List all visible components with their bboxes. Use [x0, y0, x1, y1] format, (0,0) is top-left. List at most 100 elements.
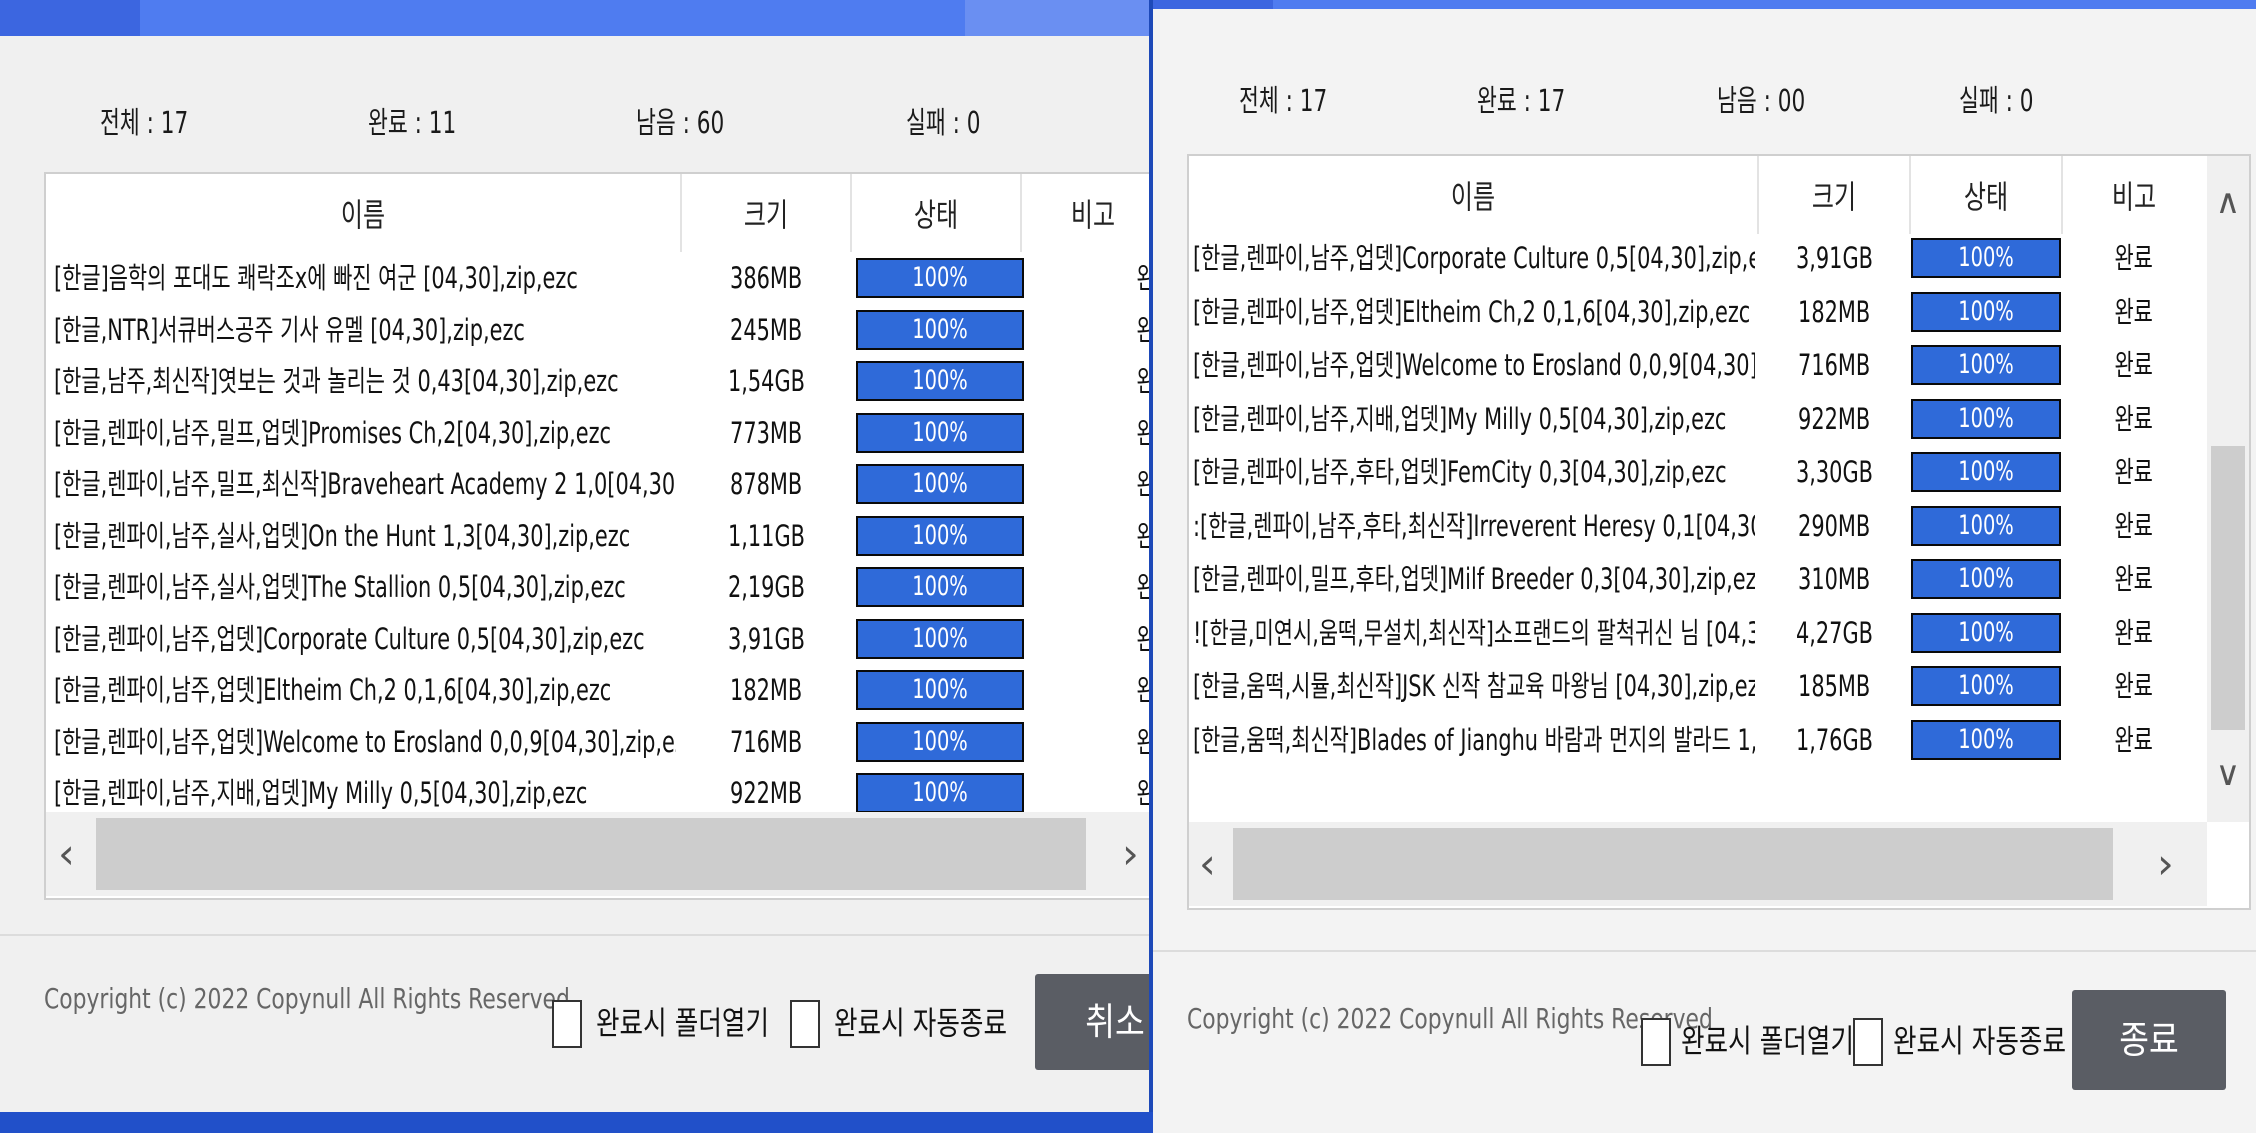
file-note: 완료 [2114, 508, 2154, 543]
scroll-thumb[interactable] [1233, 828, 2113, 900]
progress-bar: 100% [1911, 505, 2061, 546]
progress-bar: 100% [1911, 666, 2061, 706]
table-row[interactable]: [한글,렌파이,남주,업뎃]Corporate Culture 0,5[04,3… [1189, 232, 2205, 284]
progress-text: 100% [1958, 670, 2014, 701]
file-name: [한글]음학의 포대도 쾌락조x에 빠진 여군 [04,30],zip,ezc [54, 261, 578, 295]
table-row[interactable]: ![한글,미연시,움떡,무설치,최신작]소프랜드의 팔척귀신 님 [04,30]… [1189, 607, 2205, 659]
title-bar[interactable] [0, 0, 1149, 36]
table-row[interactable]: [한글,렌파이,남주,업뎃]Eltheim Ch,2 0,1,6[04,30],… [1189, 286, 2205, 338]
file-note: 완료 [2114, 562, 2154, 596]
table-row[interactable]: [한글,움떡,시뮬,최신작]JSK 신작 참교육 마왕님 [04,30],zip… [1189, 660, 2205, 712]
file-note: 완료 [2114, 669, 2154, 703]
progress-bar: 100% [856, 412, 1024, 453]
scroll-up-icon[interactable]: ∧ [2207, 182, 2249, 222]
file-name: [한글,렌파이,남주,밀프,업뎃]Promises Ch,2[04,30],zi… [54, 415, 612, 450]
progress-text: 100% [1958, 295, 2014, 327]
column-name[interactable]: 이름 [46, 174, 682, 252]
file-note: 완료 [1086, 252, 1149, 304]
column-note[interactable]: 비고 [1022, 174, 1149, 252]
scroll-right-icon[interactable]: › [1122, 812, 1139, 896]
table-row[interactable]: [한글]음학의 포대도 쾌락조x에 빠진 여군 [04,30],zip,ezc 3… [46, 252, 1149, 304]
table-row[interactable]: :[한글,렌파이,남주,후타,최신작]Irreverent Heresy 0,1… [1189, 500, 2205, 552]
copyright-text: Copyright (c) 2022 Copynull All Rights R… [1187, 1002, 1713, 1035]
file-name: [한글,렌파이,남주,업뎃]Corporate Culture 0,5[04,3… [1193, 241, 1755, 275]
file-list[interactable]: 이름 크기 상태 비고 [한글]음학의 포대도 쾌락조x에 빠진 여군 [04,… [44, 172, 1149, 900]
vertical-scrollbar[interactable]: ∧ ∨ [2207, 156, 2249, 822]
column-status[interactable]: 상태 [1911, 156, 2063, 234]
progress-text: 100% [912, 365, 968, 396]
file-list[interactable]: 이름 크기 상태 비고 [한글,렌파이,남주,업뎃]Corporate Cult… [1187, 154, 2251, 910]
table-row[interactable]: [한글,렌파이,밀프,후타,업뎃]Milf Breeder 0,3[04,30]… [1189, 553, 2205, 605]
file-size: 716MB [729, 724, 803, 759]
progress-text: 100% [1958, 723, 2014, 755]
table-row[interactable]: [한글,남주,최신작]엿보는 것과 놀리는 것 0,43[04,30],zip,… [46, 355, 1149, 407]
auto-exit-checkbox[interactable] [790, 1000, 820, 1048]
scroll-left-icon[interactable]: ‹ [1199, 822, 1216, 906]
column-status[interactable]: 상태 [852, 174, 1022, 252]
file-size: 182MB [1797, 294, 1871, 329]
done-count: 완료 : 17 [1477, 84, 1566, 119]
progress-text: 100% [1958, 509, 2014, 541]
open-folder-label: 완료시 폴더열기 [596, 1004, 770, 1042]
file-note: 완료 [1086, 510, 1149, 562]
file-name: [한글,렌파이,남주,업뎃]Eltheim Ch,2 0,1,6[04,30],… [1193, 294, 1751, 329]
file-note: 완료 [2114, 401, 2154, 436]
file-size: 185MB [1797, 669, 1871, 703]
scroll-down-icon[interactable]: ∨ [2207, 754, 2249, 794]
file-note: 완료 [2114, 455, 2154, 489]
progress-bar: 100% [856, 258, 1024, 298]
progress-bar: 100% [856, 670, 1024, 710]
file-name: [한글,렌파이,남주,지배,업뎃]My Milly 0,5[04,30],zip… [1193, 401, 1727, 436]
table-row[interactable]: [한글,렌파이,남주,지배,업뎃]My Milly 0,5[04,30],zip… [1189, 393, 2205, 445]
close-button[interactable]: 종료 [2072, 990, 2226, 1090]
file-name: [한글,움떡,최신작]Blades of Jianghu 바람과 먼지의 발라드… [1193, 722, 1755, 757]
progress-bar: 100% [856, 309, 1024, 350]
file-name: [한글,렌파이,남주,업뎃]Welcome to Erosland 0,0,9[… [1193, 348, 1755, 382]
file-note: 완료 [1086, 716, 1149, 768]
scroll-thumb[interactable] [96, 818, 1086, 890]
progress-text: 100% [912, 416, 968, 448]
scroll-thumb[interactable] [2211, 446, 2245, 730]
scroll-left-icon[interactable]: ‹ [58, 812, 75, 896]
progress-bar: 100% [856, 618, 1024, 659]
column-note[interactable]: 비고 [2063, 156, 2205, 234]
file-size: 878MB [729, 467, 803, 501]
table-row[interactable]: [한글,렌파이,남주,업뎃]Corporate Culture 0,5[04,3… [46, 613, 1149, 665]
file-name: [한글,렌파이,남주,후타,업뎃]FemCity 0,3[04,30],zip,… [1193, 455, 1727, 489]
remain-count: 남음 : 00 [1717, 84, 1806, 119]
open-folder-checkbox[interactable] [552, 1000, 582, 1048]
table-row[interactable]: [한글,렌파이,남주,업뎃]Welcome to Erosland 0,0,9[… [1189, 339, 2205, 391]
table-row[interactable]: [한글,렌파이,남주,실사,업뎃]On the Hunt 1,3[04,30],… [46, 510, 1149, 562]
open-folder-checkbox[interactable] [1641, 1018, 1671, 1066]
table-row[interactable]: [한글,움떡,최신작]Blades of Jianghu 바람과 먼지의 발라드… [1189, 714, 2205, 766]
file-size: 4,27GB [1795, 615, 1873, 650]
column-name[interactable]: 이름 [1189, 156, 1759, 234]
table-row[interactable]: [한글,NTR]서큐버스공주 기사 유멜 [04,30],zip,ezc 245M… [46, 304, 1149, 356]
file-note: 완료 [1086, 664, 1149, 716]
title-bar[interactable] [1153, 0, 2256, 9]
progress-bar: 100% [856, 464, 1024, 504]
table-row[interactable]: [한글,렌파이,남주,업뎃]Welcome to Erosland 0,0,9[… [46, 716, 1149, 768]
progress-text: 100% [912, 262, 968, 293]
progress-bar: 100% [1911, 452, 2061, 492]
auto-exit-checkbox[interactable] [1853, 1018, 1883, 1066]
cancel-button[interactable]: 취소 [1035, 974, 1149, 1070]
horizontal-scrollbar[interactable]: ‹ › [1189, 822, 2207, 906]
table-row[interactable]: [한글,렌파이,남주,실사,업뎃]The Stallion 0,5[04,30]… [46, 561, 1149, 613]
file-size: 1,54GB [727, 364, 805, 398]
column-size[interactable]: 크기 [1759, 156, 1911, 234]
file-note: 완료 [2114, 615, 2154, 650]
file-name: :[한글,렌파이,남주,후타,최신작]Irreverent Heresy 0,1… [1193, 508, 1755, 543]
table-row[interactable]: [한글,렌파이,남주,밀프,업뎃]Promises Ch,2[04,30],zi… [46, 407, 1149, 459]
download-window-right: 전체 : 17 완료 : 17 남음 : 00 실패 : 0 이름 크기 상태 … [1153, 0, 2256, 1133]
table-row[interactable]: [한글,렌파이,남주,업뎃]Eltheim Ch,2 0,1,6[04,30],… [46, 664, 1149, 716]
table-row[interactable]: [한글,렌파이,남주,밀프,최신작]Braveheart Academy 2 1… [46, 458, 1149, 510]
file-size: 3,91GB [1795, 241, 1873, 275]
file-name: [한글,렌파이,남주,실사,업뎃]The Stallion 0,5[04,30]… [54, 570, 626, 604]
table-row[interactable]: [한글,렌파이,남주,후타,업뎃]FemCity 0,3[04,30],zip,… [1189, 446, 2205, 498]
scroll-right-icon[interactable]: › [2157, 822, 2174, 906]
file-size: 773MB [729, 415, 803, 450]
column-size[interactable]: 크기 [682, 174, 852, 252]
auto-exit-label: 완료시 자동종료 [834, 1004, 1008, 1042]
horizontal-scrollbar[interactable]: ‹ › [46, 812, 1149, 896]
